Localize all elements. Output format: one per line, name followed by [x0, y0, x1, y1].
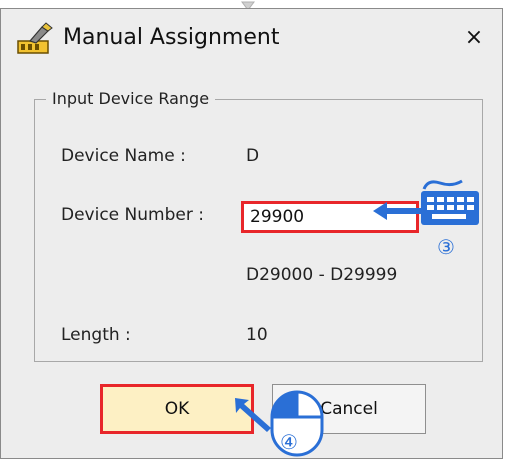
- length-label: Length :: [61, 325, 131, 345]
- device-name-value: D: [246, 146, 260, 166]
- device-name-label: Device Name :: [61, 146, 186, 166]
- title-bar[interactable]: Manual Assignment ×: [1, 9, 502, 71]
- manual-assignment-icon: [17, 22, 53, 54]
- arrow-left-icon: [373, 202, 421, 220]
- device-range-text: D29000 - D29999: [246, 265, 398, 285]
- device-number-label: Device Number :: [61, 205, 204, 225]
- step-3-marker: ③: [437, 235, 455, 259]
- group-legend: Input Device Range: [46, 89, 216, 108]
- length-value: 10: [246, 325, 268, 345]
- step-4-marker: ④: [280, 430, 298, 454]
- manual-assignment-dialog: Manual Assignment × Input Device Range D…: [0, 8, 503, 459]
- keyboard-icon: [421, 179, 479, 225]
- close-button[interactable]: ×: [460, 23, 488, 53]
- dialog-title: Manual Assignment: [63, 25, 280, 50]
